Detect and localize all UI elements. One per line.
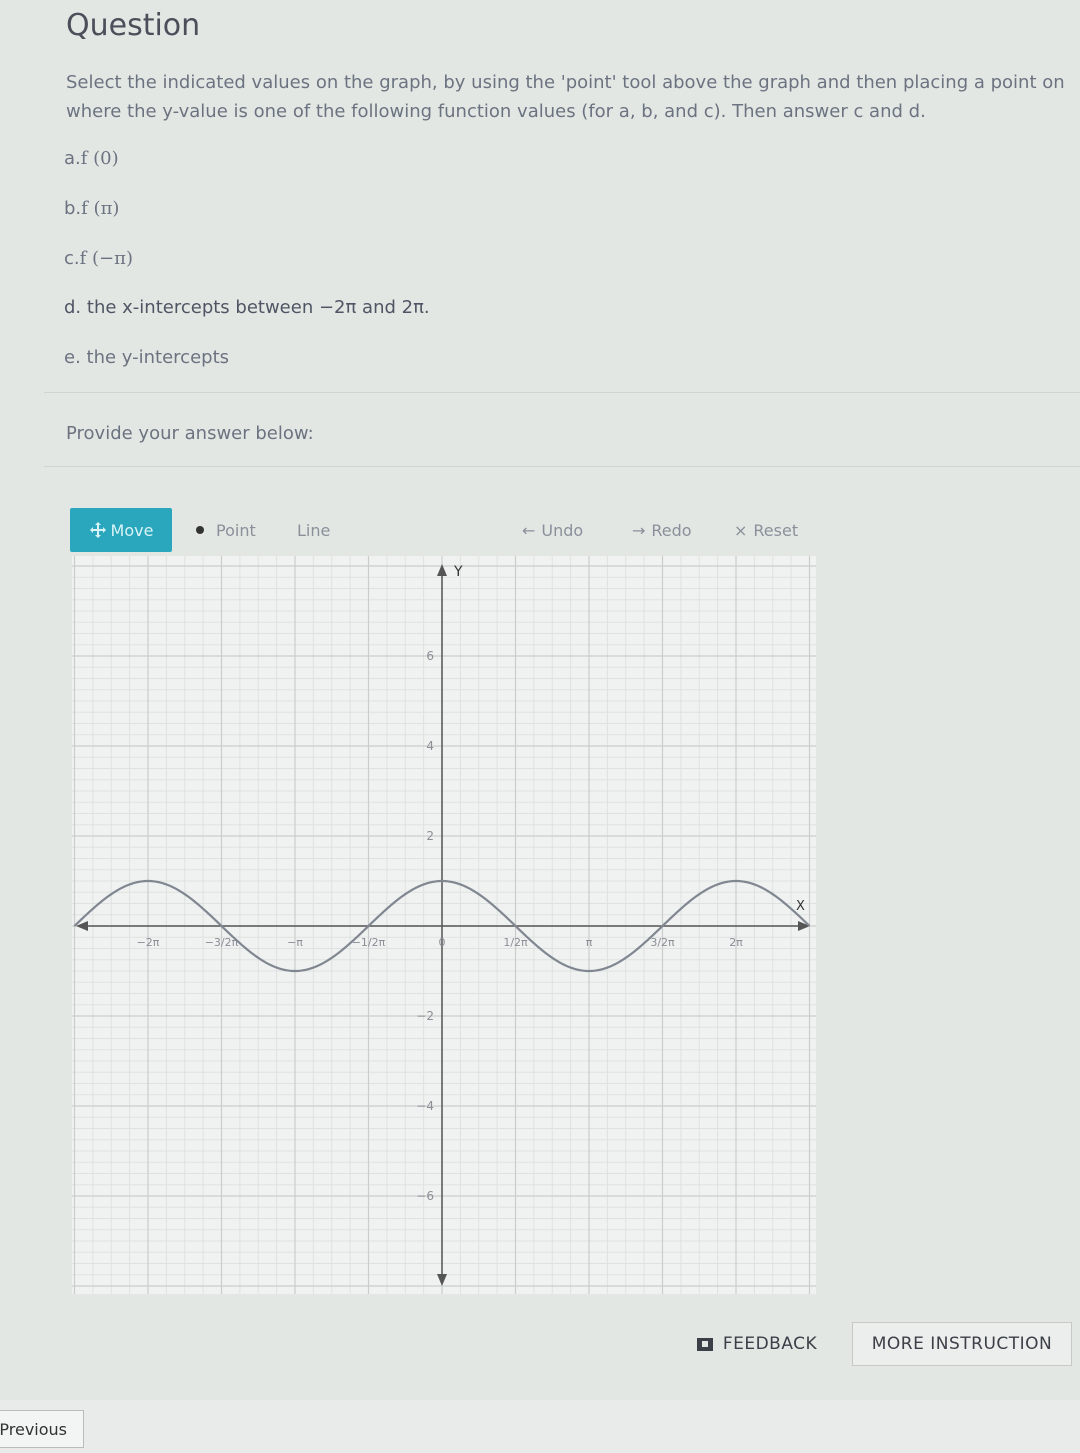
undo-button[interactable]: ← Undo — [522, 508, 583, 552]
previous-label: Previous — [0, 1419, 67, 1439]
part-b-label: b. — [64, 198, 82, 219]
x-axis-label: X — [796, 899, 805, 914]
x-tick-label: 0 — [439, 936, 446, 949]
reset-x-icon: × — [734, 520, 748, 540]
x-tick-label: 1/2π — [503, 936, 528, 949]
grid-major — [72, 556, 816, 1294]
axes — [76, 564, 810, 1286]
line-label: Line — [297, 520, 331, 540]
part-d: d. the x-intercepts between −2π and 2π. — [64, 297, 430, 318]
question-title: Question — [66, 8, 201, 43]
move-label: Move — [110, 520, 154, 540]
y-tick-label: 6 — [426, 649, 434, 663]
part-c: c.f (−π) — [64, 248, 133, 269]
more-instruction-button[interactable]: MORE INSTRUCTION — [852, 1322, 1072, 1366]
part-a-label: a. — [64, 148, 81, 169]
part-e: e. the y-intercepts — [64, 347, 229, 368]
grid-minor — [72, 556, 816, 1294]
point-label: Point — [216, 520, 256, 540]
undo-arrow-icon: ← — [522, 520, 536, 540]
x-tick-label: 2π — [729, 936, 743, 949]
graph-canvas[interactable]: −2π −3/2π −π −1/2π 0 1/2π π 3/2π 2π642−2−4−6 Y X — [72, 556, 816, 1294]
redo-button[interactable]: → Redo — [632, 508, 692, 552]
line-tool-button[interactable]: Line — [297, 508, 330, 552]
redo-arrow-icon: → — [632, 520, 646, 540]
provide-answer-label: Provide your answer below: — [66, 423, 314, 444]
reset-label: Reset — [753, 520, 799, 540]
divider-top — [44, 392, 1080, 393]
y-tick-label: −2 — [416, 1009, 434, 1023]
feedback-label: FEEDBACK — [722, 1334, 818, 1354]
move-tool-button[interactable]: Move — [70, 508, 172, 552]
y-axis-arrow-down — [437, 1274, 447, 1286]
part-d-text: the x-intercepts between −2π and 2π. — [86, 297, 430, 318]
previous-button[interactable]: Previous — [0, 1410, 84, 1448]
question-instruction: Select the indicated values on the graph… — [66, 72, 1065, 122]
x-tick-label: 3/2π — [650, 936, 675, 949]
part-b: b.f (π) — [64, 198, 119, 219]
y-tick-label: 4 — [426, 739, 434, 753]
reset-button[interactable]: × Reset — [734, 508, 798, 552]
more-instruction-label: MORE INSTRUCTION — [871, 1334, 1053, 1354]
part-a-text: f (0) — [80, 148, 119, 169]
y-tick-label: −6 — [416, 1189, 434, 1203]
feedback-button[interactable]: FEEDBACK — [684, 1322, 830, 1366]
point-dot-icon — [196, 526, 204, 534]
y-tick-label: 2 — [426, 829, 434, 843]
x-tick-label: −π — [287, 936, 303, 949]
y-tick-label: −4 — [416, 1099, 434, 1113]
footer-bar — [0, 1400, 1080, 1453]
part-e-text: the y-intercepts — [86, 347, 230, 368]
part-e-label: e. — [64, 347, 81, 368]
undo-label: Undo — [541, 520, 584, 540]
y-axis-label: Y — [453, 564, 463, 580]
part-b-text: f (π) — [81, 198, 120, 219]
part-c-label: c. — [64, 248, 80, 269]
point-tool-button[interactable]: Point — [196, 508, 256, 552]
x-tick-label: −2π — [137, 936, 160, 949]
x-tick-label: π — [586, 936, 593, 949]
part-a: a.f (0) — [64, 148, 119, 169]
feedback-icon — [696, 1337, 713, 1351]
part-c-text: f (−π) — [79, 248, 133, 269]
divider-bottom — [44, 466, 1080, 467]
redo-label: Redo — [651, 520, 692, 540]
move-icon — [89, 522, 106, 538]
part-d-label: d. — [64, 297, 82, 318]
